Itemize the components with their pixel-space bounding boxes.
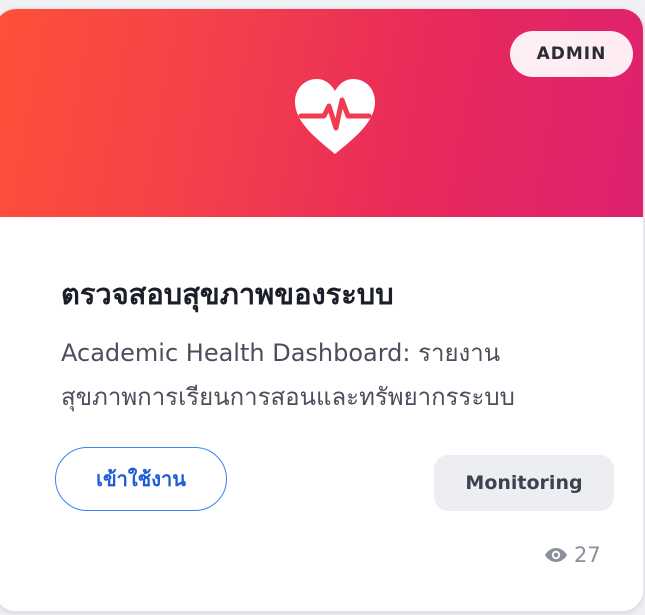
card-title: ตรวจสอบสุขภาพของระบบ: [61, 277, 394, 311]
heart-pulse-icon: [295, 79, 375, 154]
card-description: Academic Health Dashboard: รายงาน สุขภาพ…: [61, 331, 621, 419]
view-count: 27: [544, 543, 601, 567]
category-tag: Monitoring: [434, 455, 614, 511]
admin-badge: ADMIN: [510, 31, 633, 77]
enter-button[interactable]: เข้าใช้งาน: [55, 447, 227, 511]
card-banner: ADMIN: [0, 9, 643, 217]
view-count-value: 27: [574, 543, 601, 567]
eye-icon: [545, 548, 567, 562]
description-line-2: สุขภาพการเรียนการสอนและทรัพยากรระบบ: [61, 383, 515, 411]
service-card[interactable]: ADMIN ตรวจสอบสุขภาพของระบบ Academic Heal…: [0, 8, 644, 612]
description-line-1: Academic Health Dashboard: รายงาน: [61, 339, 501, 367]
